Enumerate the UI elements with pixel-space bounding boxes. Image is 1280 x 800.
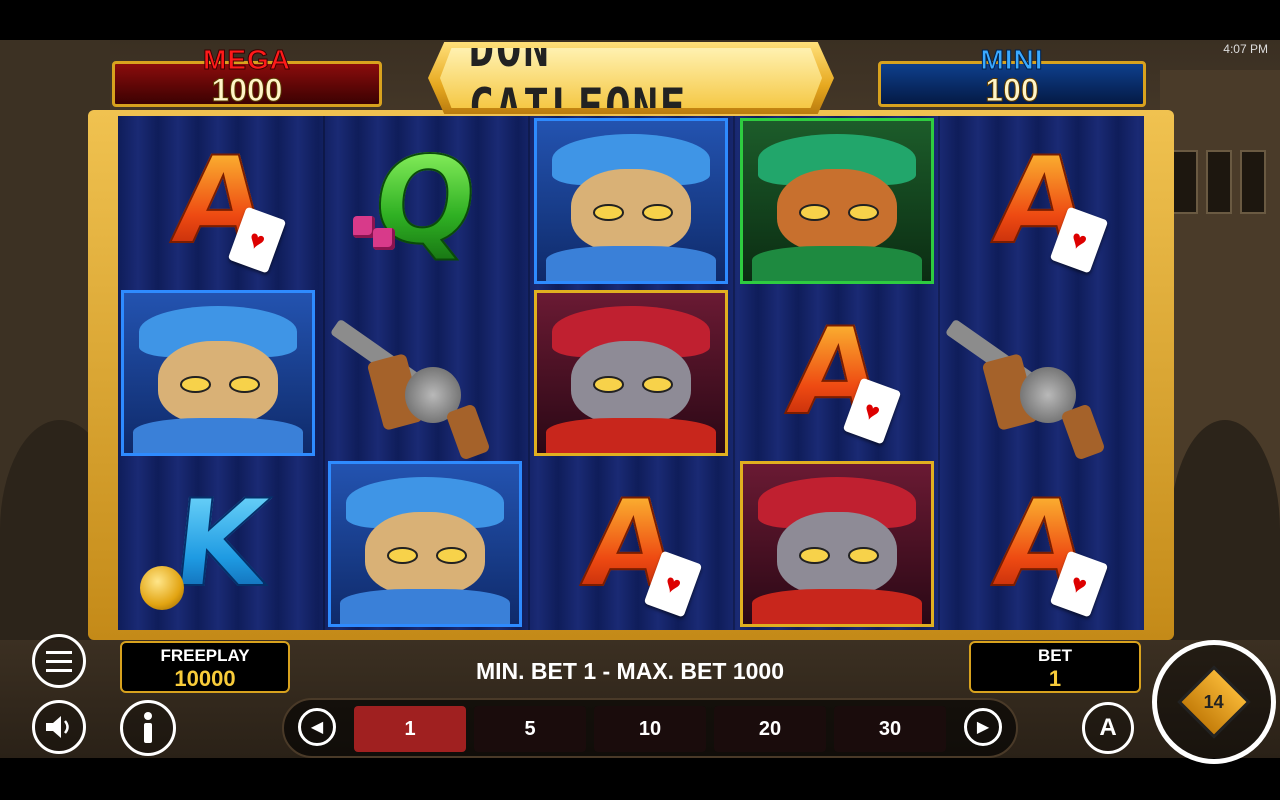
bet-next-button[interactable]: ▶ [964,708,1002,746]
symbol-ace: A ♥ [528,458,733,630]
symbol-tommy-gun [938,287,1144,461]
bet-chip-30[interactable]: 30 [834,706,946,752]
game-title-plate: DON CATLEONE [428,42,834,114]
menu-icon-line [46,668,72,672]
bet-value: 1 [1048,666,1062,691]
info-button[interactable] [120,700,176,756]
clock: 4:07 PM [1223,42,1268,56]
symbol-blue-hat-cat [121,290,315,456]
symbol-tommy-gun [323,287,528,461]
dice-icon [353,216,375,238]
mega-jackpot-value: 1000 [211,72,283,109]
symbol-king: K [118,458,323,630]
info-icon [144,712,152,743]
background-car-right [1170,420,1280,640]
bet-label: BET [1038,646,1072,665]
spin-logo-text: 14 [1203,691,1225,712]
chevron-right-icon: ▶ [976,719,990,736]
menu-icon-line [46,659,72,663]
bet-chip-10[interactable]: 10 [594,706,706,752]
symbol-green-hat-cat [740,118,934,284]
autoplay-icon: A [1099,714,1117,741]
sound-button[interactable] [32,700,86,754]
symbol-ace: A ♥ [733,287,938,458]
symbol-red-hat-cat [740,461,934,627]
bet-limits: MIN. BET 1 - MAX. BET 1000 [475,658,784,684]
menu-icon [46,650,72,654]
speaker-icon [46,716,69,738]
symbol-letter: Q [366,131,485,272]
gold-coins-icon [140,566,184,610]
symbol-ace: A ♥ [938,116,1144,287]
bet-chip-5[interactable]: 5 [474,706,586,752]
symbol-red-hat-cat [534,290,728,456]
tommy-gun-icon [944,297,1130,461]
mega-jackpot: MEGA 1000 [112,44,382,109]
mini-jackpot-value: 100 [985,72,1039,109]
tommy-gun-icon [329,297,515,461]
dice-icon [373,228,395,250]
symbol-blue-hat-cat [328,461,522,627]
background-window [1172,150,1198,214]
spin-logo-icon: 14 [1177,665,1251,739]
bet-chip-20[interactable]: 20 [714,706,826,752]
symbol-queen: Q [323,116,528,287]
bet-box: BET 1 [969,641,1141,693]
chevron-left-icon: ◀ [310,719,324,736]
symbol-ace: A ♥ [938,458,1144,630]
balance-box: FREEPLAY 10000 [120,641,290,693]
menu-button[interactable] [32,634,86,688]
background-window [1206,150,1232,214]
symbol-blue-hat-cat [534,118,728,284]
spin-button[interactable]: 14 [1152,640,1276,764]
autoplay-button[interactable]: A [1082,702,1134,754]
balance-value: 10000 [174,666,236,691]
reel-grid: A ♥ Q A ♥ A ♥ K A ♥ A ♥ [118,116,1144,630]
mini-jackpot: MINI 100 [878,44,1146,109]
symbol-ace: A ♥ [118,116,323,287]
background-window [1240,150,1266,214]
bet-previous-button[interactable]: ◀ [298,708,336,746]
balance-label: FREEPLAY [160,646,250,665]
bet-chip-bar: ◀ 1 5 10 20 30 ▶ [282,698,1018,758]
bet-chip-1[interactable]: 1 [354,706,466,752]
